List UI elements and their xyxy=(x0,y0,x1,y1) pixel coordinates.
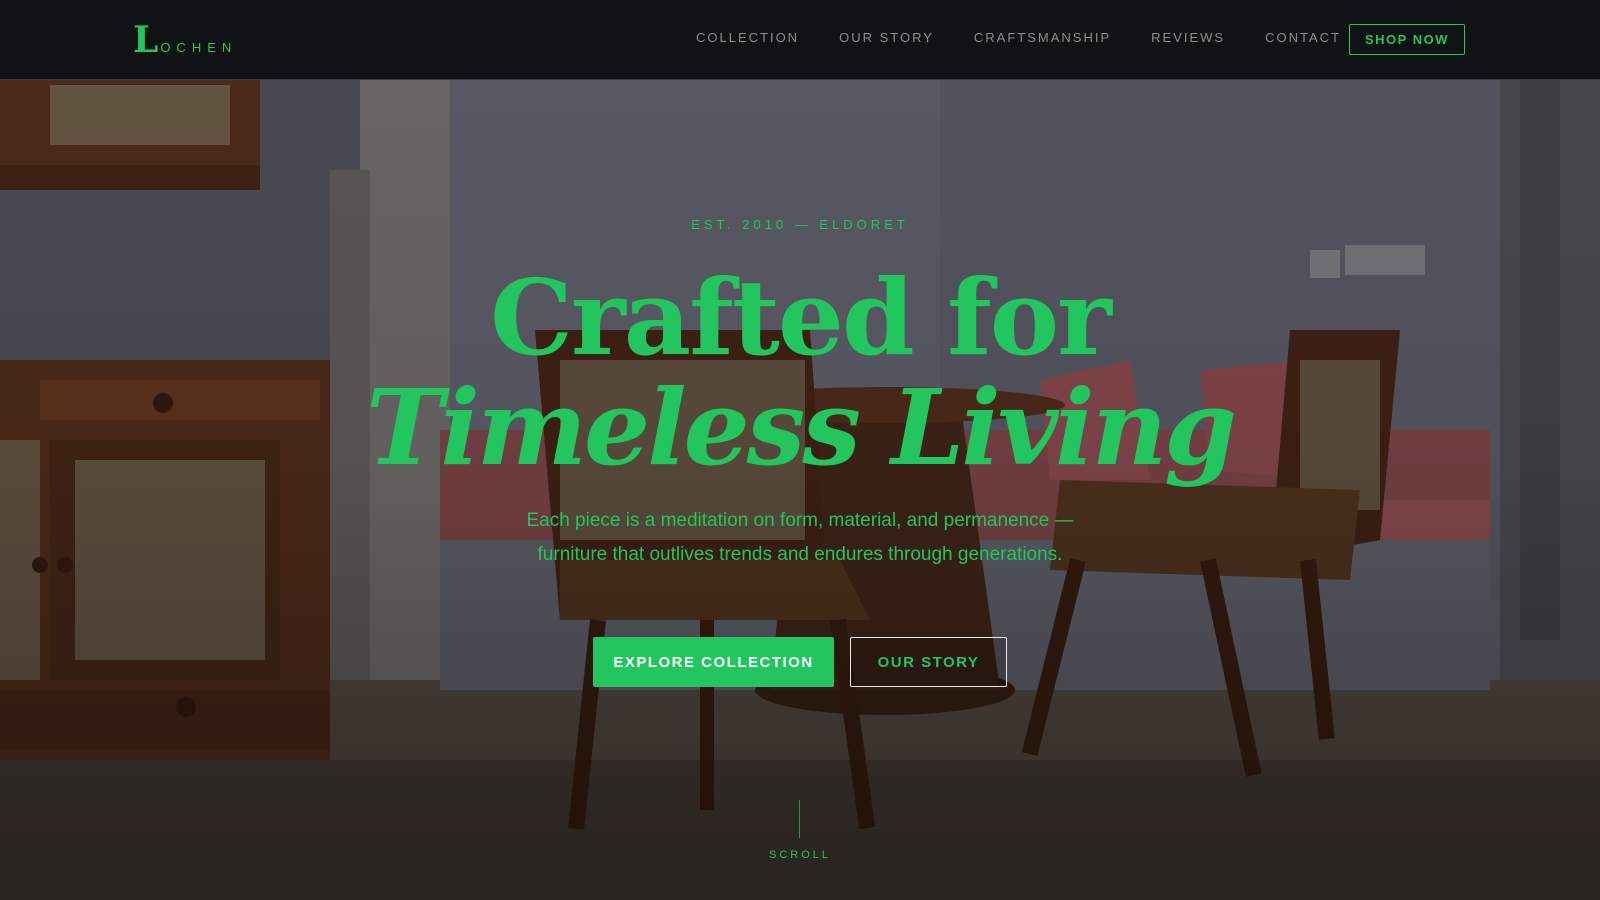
navbar: L ochen COLLECTION OUR STORY CRAFTSMANSH… xyxy=(0,0,1600,80)
nav-link-craftsmanship[interactable]: CRAFTSMANSHIP xyxy=(974,30,1111,46)
nav-link-contact[interactable]: CONTACT xyxy=(1265,30,1341,46)
scroll-indicator-line xyxy=(799,800,800,838)
hero-eyebrow: EST. 2010 — ELDORET xyxy=(691,217,909,232)
scroll-label[interactable]: SCROLL xyxy=(0,849,1600,861)
logo-wordmark: ochen xyxy=(160,40,238,55)
hero-headline-line1: Crafted for xyxy=(490,256,1112,379)
hero-headline-line2: Timeless Living xyxy=(366,366,1237,489)
nav-link-collection[interactable]: COLLECTION xyxy=(696,30,799,46)
explore-collection-button[interactable]: EXPLORE COLLECTION xyxy=(593,637,834,687)
nav-link-our-story[interactable]: OUR STORY xyxy=(839,30,934,46)
our-story-button[interactable]: OUR STORY xyxy=(850,637,1007,687)
hero-section: EST. 2010 — ELDORET Crafted for Timeless… xyxy=(0,0,1600,900)
hero-subtext: Each piece is a meditation on form, mate… xyxy=(526,510,1074,565)
logo-initial: L xyxy=(133,19,159,61)
main-nav: COLLECTION OUR STORY CRAFTSMANSHIP REVIE… xyxy=(696,30,1381,46)
brand-logo[interactable]: L ochen xyxy=(133,20,237,60)
page: L ochen COLLECTION OUR STORY CRAFTSMANSH… xyxy=(0,0,1600,900)
nav-link-reviews[interactable]: REVIEWS xyxy=(1151,30,1225,46)
shop-now-button[interactable]: SHOP NOW xyxy=(1349,24,1465,55)
